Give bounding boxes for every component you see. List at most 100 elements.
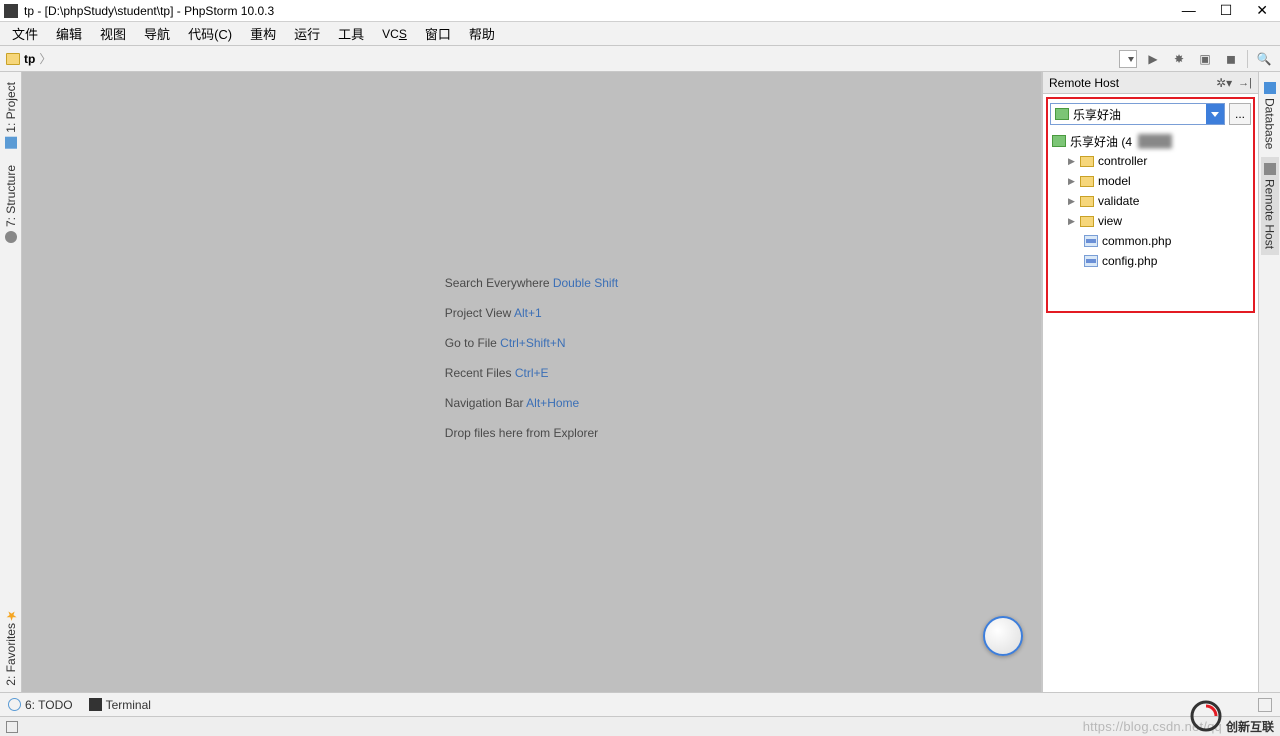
main-body: 1: Project 7: Structure 2: Favorites★ Se…: [0, 72, 1280, 692]
folder-icon: [1080, 196, 1094, 207]
server-icon: [1055, 108, 1069, 120]
run-button[interactable]: ▶: [1143, 49, 1163, 69]
structure-icon: [5, 231, 17, 243]
remote-host-panel: Remote Host ✲▾ →| 乐享好油 ... 乐享好油 (4 ████ …: [1042, 72, 1258, 692]
app-icon: [4, 4, 18, 18]
hint-nav-label: Navigation Bar: [445, 396, 526, 410]
menu-refactor[interactable]: 重构: [242, 22, 284, 45]
menu-file[interactable]: 文件: [4, 22, 46, 45]
chevron-right-icon: 〉: [39, 50, 51, 67]
gear-icon[interactable]: ✲▾: [1216, 76, 1232, 90]
menu-help[interactable]: 帮助: [461, 22, 503, 45]
tree-folder-controller[interactable]: ▶controller: [1050, 151, 1251, 171]
terminal-icon: [89, 698, 102, 711]
menu-bar: 文件 编辑 视图 导航 代码(C) 重构 运行 工具 VCS 窗口 帮助: [0, 22, 1280, 46]
tab-remote-host[interactable]: Remote Host: [1261, 157, 1279, 255]
hint-nav-kb: Alt+Home: [526, 396, 579, 410]
resize-handle[interactable]: [1258, 698, 1272, 712]
avatar-overlay: [983, 616, 1023, 656]
brand-logo: [1190, 700, 1222, 732]
remote-server-more-button[interactable]: ...: [1229, 103, 1251, 125]
run-config-select[interactable]: [1119, 50, 1137, 68]
right-tool-strip: Database Remote Host: [1258, 72, 1280, 692]
php-file-icon: [1084, 255, 1098, 267]
menu-run[interactable]: 运行: [286, 22, 328, 45]
menu-code[interactable]: 代码(C): [180, 22, 240, 45]
status-indicator[interactable]: [6, 721, 18, 733]
search-button[interactable]: 🔍: [1254, 49, 1274, 69]
hint-recent-kb: Ctrl+E: [515, 366, 549, 380]
hint-goto-kb: Ctrl+Shift+N: [500, 336, 565, 350]
brand-text: 创新互联: [1226, 718, 1274, 735]
breadcrumb-root: tp: [24, 52, 35, 66]
window-title: tp - [D:\phpStudy\student\tp] - PhpStorm…: [24, 4, 274, 18]
menu-vcs[interactable]: VCS: [374, 24, 415, 43]
hint-project-label: Project View: [445, 306, 514, 320]
menu-edit[interactable]: 编辑: [48, 22, 90, 45]
folder-icon: [1080, 156, 1094, 167]
welcome-hints: Search Everywhere Double Shift Project V…: [445, 262, 618, 452]
php-file-icon: [1084, 235, 1098, 247]
tree-file-common[interactable]: common.php: [1050, 231, 1251, 251]
tab-todo[interactable]: 6: TODO: [8, 698, 73, 712]
hint-search-label: Search Everywhere: [445, 276, 553, 290]
tab-favorites[interactable]: 2: Favorites★: [1, 601, 20, 692]
minimize-button[interactable]: —: [1182, 2, 1196, 19]
hint-search-kb: Double Shift: [553, 276, 618, 290]
bottom-tool-strip: 6: TODO Terminal: [0, 692, 1280, 716]
tree-folder-view[interactable]: ▶view: [1050, 211, 1251, 231]
window-controls: — ☐ ✕: [1182, 2, 1276, 19]
remote-host-title: Remote Host: [1049, 76, 1119, 90]
expand-icon[interactable]: ▶: [1068, 156, 1076, 167]
nav-bar: tp 〉 ▶ ✸ ▣ ◼ 🔍: [0, 46, 1280, 72]
chevron-down-icon: [1206, 104, 1224, 124]
menu-tools[interactable]: 工具: [330, 22, 372, 45]
stop-button[interactable]: ◼: [1221, 49, 1241, 69]
debug-button[interactable]: ✸: [1169, 49, 1189, 69]
server-icon: [1052, 135, 1066, 147]
folder-icon: [1080, 176, 1094, 187]
left-tool-strip: 1: Project 7: Structure 2: Favorites★: [0, 72, 22, 692]
tree-folder-validate[interactable]: ▶validate: [1050, 191, 1251, 211]
tree-root[interactable]: 乐享好油 (4 ████: [1050, 131, 1251, 151]
coverage-button[interactable]: ▣: [1195, 49, 1215, 69]
title-bar: tp - [D:\phpStudy\student\tp] - PhpStorm…: [0, 0, 1280, 22]
hint-recent-label: Recent Files: [445, 366, 515, 380]
menu-navigate[interactable]: 导航: [136, 22, 178, 45]
close-button[interactable]: ✕: [1256, 2, 1268, 19]
breadcrumb[interactable]: tp 〉: [6, 50, 51, 67]
expand-icon[interactable]: ▶: [1068, 196, 1076, 207]
editor-area[interactable]: Search Everywhere Double Shift Project V…: [22, 72, 1042, 692]
star-icon: ★: [3, 611, 15, 623]
status-bar: https://blog.csdn.net/qq 创新互联: [0, 716, 1280, 736]
database-icon: [1264, 82, 1276, 94]
menu-view[interactable]: 视图: [92, 22, 134, 45]
tab-terminal[interactable]: Terminal: [89, 698, 151, 712]
tab-project[interactable]: 1: Project: [2, 76, 20, 155]
hint-project-kb: Alt+1: [514, 306, 542, 320]
expand-icon[interactable]: ▶: [1068, 216, 1076, 227]
tree-root-label: 乐享好油 (4: [1070, 133, 1132, 150]
tab-structure[interactable]: 7: Structure: [2, 159, 20, 249]
remote-tree: 乐享好油 (4 ████ ▶controller ▶model ▶validat…: [1050, 131, 1251, 271]
separator: [1247, 50, 1248, 68]
hint-goto-label: Go to File: [445, 336, 500, 350]
blurred-text: ████: [1138, 134, 1172, 148]
remote-server-selected: 乐享好油: [1073, 106, 1121, 123]
remote-host-header: Remote Host ✲▾ →|: [1043, 72, 1258, 94]
toolbar-right: ▶ ✸ ▣ ◼ 🔍: [1119, 49, 1274, 69]
tree-folder-model[interactable]: ▶model: [1050, 171, 1251, 191]
tab-database[interactable]: Database: [1261, 76, 1279, 155]
todo-icon: [8, 698, 21, 711]
hint-drop: Drop files here from Explorer: [445, 426, 598, 440]
maximize-button[interactable]: ☐: [1220, 2, 1233, 19]
menu-window[interactable]: 窗口: [417, 22, 459, 45]
collapse-icon[interactable]: →|: [1238, 77, 1252, 89]
expand-icon[interactable]: ▶: [1068, 176, 1076, 187]
remote-server-select[interactable]: 乐享好油: [1050, 103, 1225, 125]
folder-icon: [6, 53, 20, 65]
project-icon: [5, 137, 17, 149]
tree-file-config[interactable]: config.php: [1050, 251, 1251, 271]
folder-icon: [1080, 216, 1094, 227]
remote-host-content: 乐享好油 ... 乐享好油 (4 ████ ▶controller ▶model…: [1046, 97, 1255, 313]
